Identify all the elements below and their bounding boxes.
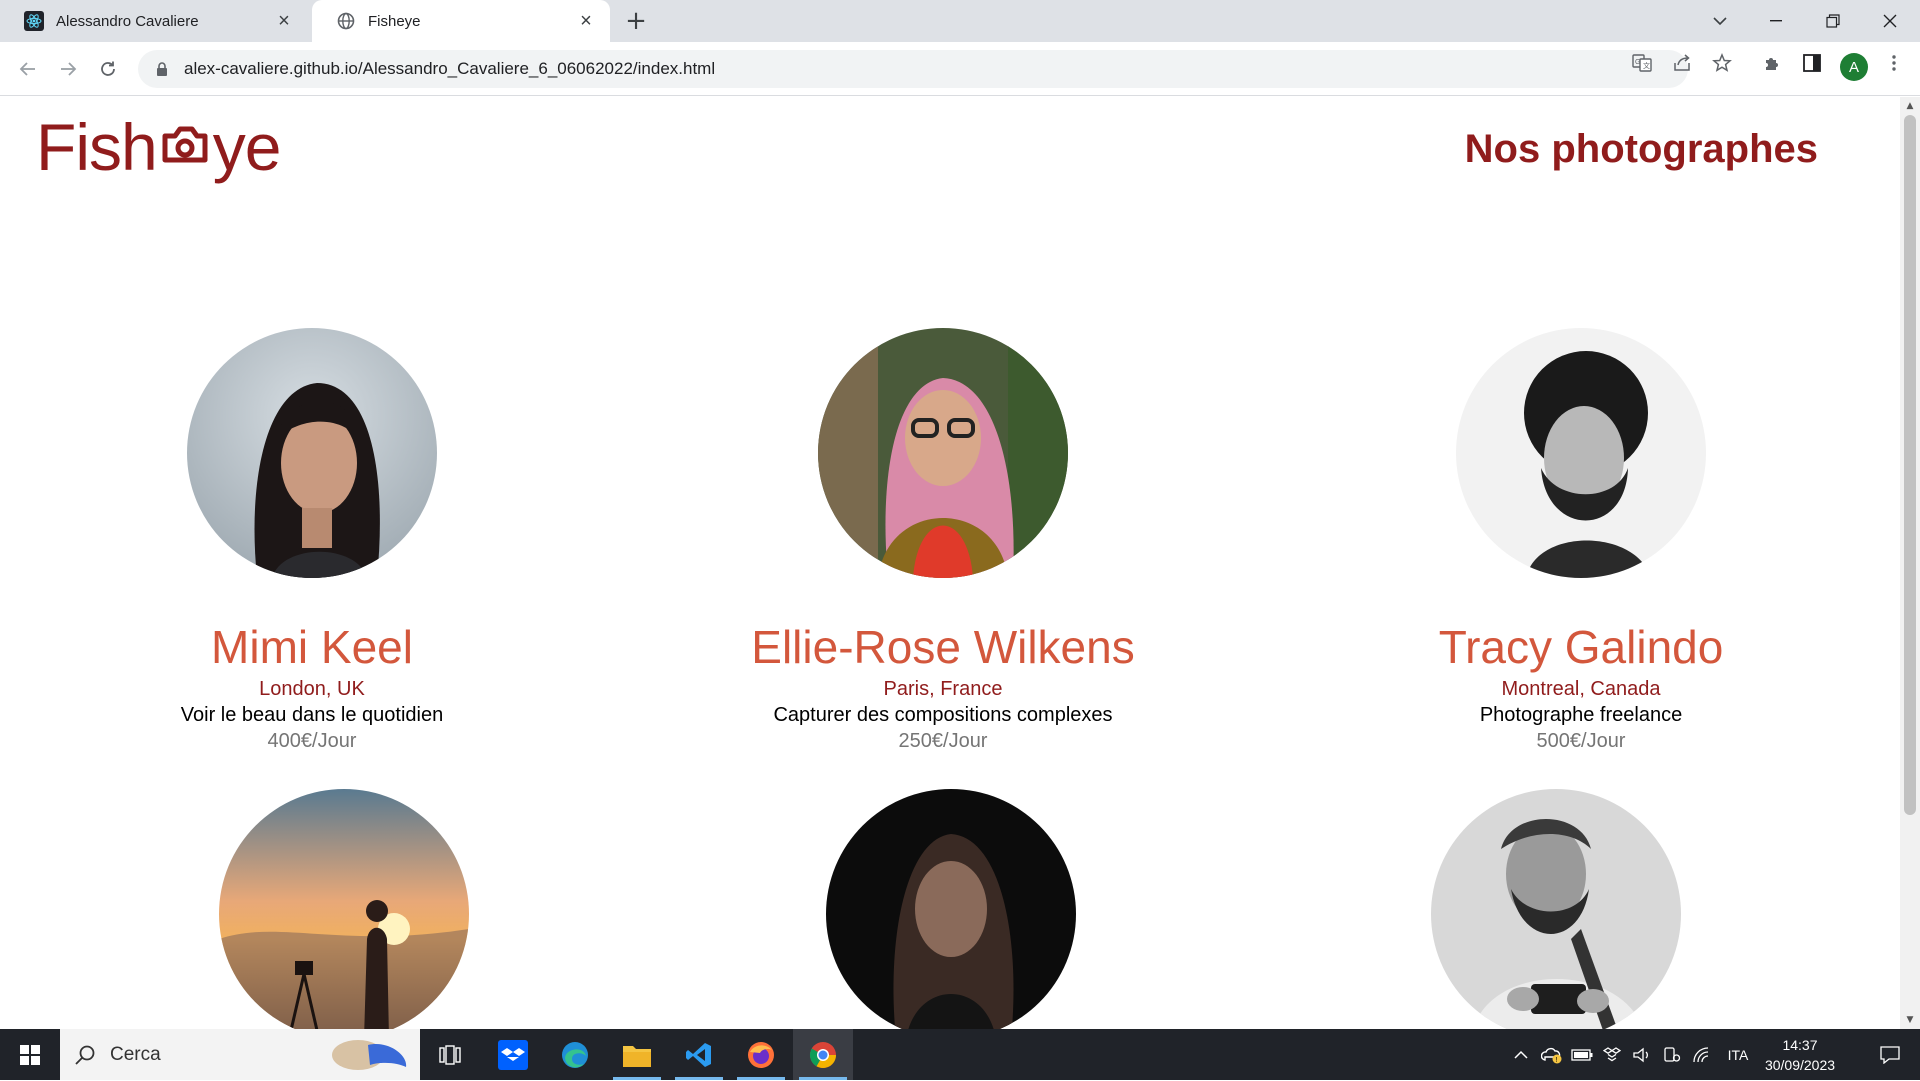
scroll-up-icon[interactable]: ▲ [1900,99,1920,113]
photographer-location: Paris, France [883,678,1003,700]
taskbar-clock[interactable]: 14:37 30/09/2023 [1755,1035,1845,1075]
photographer-portrait[interactable] [187,328,437,578]
close-window-icon[interactable] [1862,0,1918,42]
logo-text: Fish [36,110,158,184]
photographer-portrait[interactable] [826,789,1076,1029]
globe-icon [336,11,356,31]
photographer-portrait[interactable] [818,328,1068,578]
dropbox-icon[interactable] [483,1029,543,1080]
task-view-icon[interactable] [420,1029,480,1080]
browser-toolbar: alex-cavaliere.github.io/Alessandro_Cava… [0,42,1920,96]
reload-icon[interactable] [92,53,124,85]
battery-icon[interactable] [1568,1029,1596,1080]
device-icon[interactable] [1658,1029,1686,1080]
firefox-icon[interactable] [731,1029,791,1080]
photographer-name[interactable]: Tracy Galindo [1341,620,1821,674]
photographer-location: London, UK [259,678,365,700]
svg-text:文: 文 [1643,61,1650,70]
svg-text:!: ! [1556,1057,1558,1064]
photographer-portrait[interactable] [1456,328,1706,578]
photographer-name[interactable]: Ellie-Rose Wilkens [703,620,1183,674]
windows-start-icon[interactable] [0,1029,60,1080]
close-tab-icon[interactable]: × [576,11,596,31]
photographer-portrait[interactable] [219,789,469,1029]
edge-icon[interactable] [545,1029,605,1080]
file-explorer-icon[interactable] [607,1029,667,1080]
logo-text: ye [212,110,282,184]
address-bar[interactable]: alex-cavaliere.github.io/Alessandro_Cava… [138,50,1688,88]
back-icon[interactable] [12,53,44,85]
photographer-card[interactable]: Mimi Keel London, UK Voir le beau dans l… [72,328,552,754]
tab-search-chevron-icon[interactable] [1692,0,1748,42]
page-viewport: Fish ye Nos photographes Mimi Keel Londo… [0,97,1900,1029]
photographer-card[interactable] [1316,789,1796,1029]
volume-icon[interactable] [1628,1029,1656,1080]
photographer-card[interactable]: Tracy Galindo Montreal, Canada Photograp… [1341,328,1821,754]
share-icon[interactable] [1670,51,1694,75]
page-scrollbar[interactable]: ▲ ▼ [1900,97,1920,1029]
chrome-icon[interactable] [793,1029,853,1080]
photographer-price: 400€/Jour [267,730,357,752]
new-tab-button[interactable]: + [622,7,650,35]
photographer-card[interactable] [711,789,1191,1029]
bookmark-star-icon[interactable] [1710,51,1734,75]
photographer-tagline: Voir le beau dans le quotidien [180,704,444,726]
url-text: alex-cavaliere.github.io/Alessandro_Cava… [184,59,716,78]
extensions-icon[interactable] [1760,51,1784,75]
translate-icon[interactable]: G文 [1630,51,1654,75]
scroll-down-icon[interactable]: ▼ [1900,1013,1920,1027]
photographer-portrait[interactable] [1431,789,1681,1029]
profile-avatar[interactable]: A [1840,53,1868,81]
camera-icon [159,117,211,177]
onedrive-warning-icon[interactable]: ! [1538,1029,1566,1080]
windows-taskbar: Cerca ! ITA 14:37 30/09/2023 [0,1029,1920,1080]
close-tab-icon[interactable]: × [274,11,294,31]
clock-date: 30/09/2023 [1764,1057,1836,1073]
lock-icon[interactable] [154,61,170,77]
photographer-card[interactable]: Ellie-Rose Wilkens Paris, France Capture… [703,328,1183,754]
restore-icon[interactable] [1805,0,1861,42]
show-hidden-icons-chevron-icon[interactable] [1508,1029,1534,1080]
browser-tab-active[interactable]: Fisheye × [312,0,610,42]
fisheye-logo[interactable]: Fish ye [36,109,282,185]
photographer-tagline: Photographe freelance [1479,704,1683,726]
scrollbar-thumb[interactable] [1904,115,1916,815]
page-title: Nos photographes [1464,127,1818,171]
vscode-icon[interactable] [669,1029,729,1080]
language-indicator[interactable]: ITA [1718,1029,1758,1080]
browser-tab-bar: Alessandro Cavaliere × Fisheye × + [0,0,1920,42]
menu-kebab-icon[interactable] [1882,51,1906,75]
tab-title: Fisheye [368,12,421,30]
photographer-price: 500€/Jour [1536,730,1626,752]
browser-tab[interactable]: Alessandro Cavaliere × [0,0,308,42]
side-panel-icon[interactable] [1800,51,1824,75]
photographer-price: 250€/Jour [898,730,988,752]
photographer-location: Montreal, Canada [1501,678,1661,700]
forward-icon[interactable] [52,53,84,85]
search-placeholder: Cerca [110,1043,161,1065]
search-icon [75,1045,95,1065]
wifi-icon[interactable] [1688,1029,1716,1080]
photographer-tagline: Capturer des compositions complexes [773,704,1113,726]
photographer-card[interactable] [104,789,584,1029]
dropbox-tray-icon[interactable] [1598,1029,1626,1080]
tab-title: Alessandro Cavaliere [56,12,199,30]
react-icon [24,11,44,31]
minimize-icon[interactable] [1748,0,1804,42]
photographer-name[interactable]: Mimi Keel [72,620,552,674]
notifications-icon[interactable] [1866,1029,1914,1080]
search-highlight-icon [328,1035,412,1081]
clock-time: 14:37 [1782,1037,1818,1053]
taskbar-search-box[interactable]: Cerca [60,1029,420,1080]
svg-text:G: G [1635,59,1640,66]
